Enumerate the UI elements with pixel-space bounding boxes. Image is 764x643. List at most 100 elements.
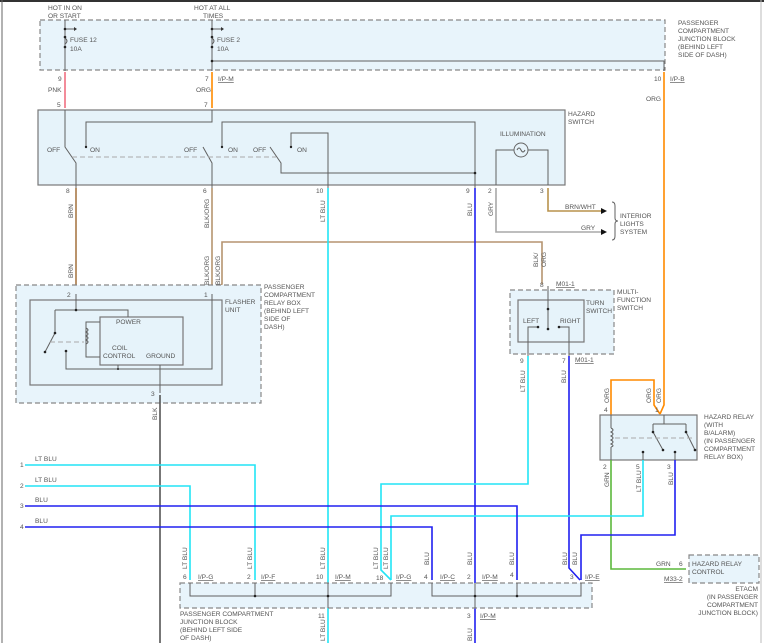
pin-7-switch: 7 (204, 102, 208, 109)
bjb-pin-18: 18 (376, 575, 384, 582)
fuse2-rating: 10A (217, 46, 229, 53)
top-junction-block: HOT IN ON OR START HOT AT ALL TIMES FUSE… (39, 5, 736, 83)
pin-10: 10 (654, 76, 662, 83)
connector-ip-m: I/P-M (218, 76, 234, 83)
pin-3-switch: 3 (540, 188, 544, 195)
junction-dot (63, 35, 67, 39)
left-wire-4-num: 4 (20, 524, 24, 531)
power-label: POWER (116, 319, 141, 326)
bjb-pin-4: 4 (424, 574, 428, 581)
relay-box-label-2: COMPARTMENT (264, 292, 315, 299)
interior-lights-brace (611, 201, 619, 241)
bjb-wire-6: BLU (467, 552, 474, 565)
bjb-wire-4b: LT BLU (383, 547, 390, 569)
etacm-module[interactable]: HAZARD RELAY CONTROL GRN 6 M33-2 ETACM (… (656, 554, 760, 617)
bjb-wire-5: BLU (424, 552, 431, 565)
switch3-on: ON (297, 147, 307, 154)
bjb-wire-3: LT BLU (320, 547, 327, 569)
top-junction-block-box (39, 19, 666, 71)
etacm-sub-label-2: (IN PASSENGER (707, 594, 758, 601)
bjb-out-11: 11 (318, 613, 325, 620)
feed-on-label-2: OR START (48, 13, 81, 20)
interior-lights-label-3: SYSTEM (620, 229, 647, 236)
hr-pin-3: 3 (667, 464, 671, 471)
relay-box-label-6: DASH) (264, 324, 285, 331)
etacm-connector: M33-2 (664, 576, 683, 583)
hr-pin-1: 1 (655, 407, 659, 414)
wire-lt-blu-label: LT BLU (320, 200, 327, 222)
left-wire-2-color: LT BLU (35, 477, 57, 484)
arrow-icons (601, 208, 607, 235)
bjb-out-3-conn: I/P-M (480, 613, 496, 620)
wire-org-label: ORG (196, 87, 211, 94)
hr-pin-5: 5 (636, 464, 640, 471)
wire-gry-label: GRY (581, 225, 596, 232)
etacm-wire-grn: GRN (656, 561, 671, 568)
multifunction-switch[interactable]: 8 M01-1 MULTI- FUNCTION SWITCH TURN SWIT… (509, 281, 651, 365)
fuse12-rating: 10A (70, 46, 82, 53)
junction-dot (546, 327, 550, 331)
wiring-diagram: HOT IN ON OR START HOT AT ALL TIMES FUSE… (0, 0, 764, 643)
pin-9: 9 (58, 76, 62, 83)
flasher-relay-box: PASSENGER COMPARTMENT RELAY BOX (BEHIND … (15, 284, 315, 404)
bottom-junction-block: 6 I/P-G 2 I/P-F 10 I/P-M 18 I/P-G 4 I/P-… (179, 547, 600, 642)
hazard-switch[interactable]: HAZARD SWITCH 5 7 OFF ON OFF ON OFF ON I… (37, 102, 595, 195)
hazard-relay-label-6: RELAY BOX) (704, 454, 743, 461)
flasher-label: FLASHER (225, 299, 256, 306)
bjb-wire-8b: BLU (572, 552, 579, 565)
wire-mf-lt-blu-label: LT BLU (520, 370, 527, 392)
bjb-conn-ip-m-2: I/P-M (482, 574, 498, 581)
relay-pin-1: 1 (204, 292, 208, 299)
connector-ip-b: I/P-B (670, 76, 685, 83)
bottom-jb-label-2: JUNCTION BLOCK (180, 619, 238, 626)
junction-dot (64, 349, 68, 353)
control-label: CONTROL (103, 353, 136, 360)
junction-dot (515, 594, 519, 598)
hazard-relay[interactable]: 4 1 HAZARD RELAY (WITH B/ALARM) (IN PASS… (599, 407, 755, 471)
junction-dot (473, 594, 477, 598)
relay-pin-2: 2 (67, 292, 71, 299)
left-wire-3 (25, 505, 518, 580)
etacm-label: HAZARD RELAY (692, 561, 743, 568)
hazard-relay-label-4: (IN PASSENGER (704, 438, 755, 445)
top-jb-label-4: (BEHIND LEFT (678, 44, 723, 51)
etacm-sub-label: ETACM (735, 586, 758, 593)
hr-pin-2: 2 (603, 464, 607, 471)
feed-all-label: HOT AT ALL (194, 5, 231, 12)
bjb-conn-ip-f: I/P-F (261, 574, 275, 581)
mf-connector-bottom: M01-1 (575, 357, 594, 364)
bjb-wire-7: BLU (509, 552, 516, 565)
bottom-jb-label-4: OF DASH) (180, 635, 212, 642)
feed-on-label: HOT IN ON (48, 5, 82, 12)
wire-org-right-label: ORG (646, 96, 661, 103)
bjb-conn-ip-e: I/P-E (585, 574, 600, 581)
pin-2-switch: 2 (488, 188, 492, 195)
left-wire-1-color: LT BLU (35, 456, 57, 463)
junction-dot (651, 430, 655, 434)
pin-10-switch: 10 (316, 188, 324, 195)
bjb-wire-1: LT BLU (182, 547, 189, 569)
bottom-jb-label-3: (BEHIND LEFT SIDE (180, 627, 243, 634)
relay-wire-org-2: ORG (646, 388, 653, 403)
etacm-sub-label-3: COMPARTMENT (707, 602, 758, 609)
wire-mf-lt-blu (380, 356, 529, 581)
junction-dot (84, 145, 88, 149)
mf-label: MULTI- (617, 289, 639, 296)
bjb-conn-ip-c: I/P-C (440, 574, 455, 581)
junction-dot (557, 325, 561, 329)
hazard-relay-label-5: COMPARTMENT (704, 446, 755, 453)
etacm-label-2: CONTROL (692, 569, 725, 576)
wire-mf-blu-label: BLU (561, 370, 568, 383)
bjb-out-3: 3 (467, 613, 471, 620)
left-wire-2 (25, 485, 191, 580)
bjb-conn-ip-g: I/P-G (198, 574, 213, 581)
junction-dot (253, 594, 257, 598)
junction-dot (43, 350, 47, 354)
pin-9-switch: 9 (466, 188, 470, 195)
junction-dot (53, 331, 57, 335)
top-jb-label-5: SIDE OF DASH) (678, 52, 727, 59)
left-wire-1-num: 1 (20, 462, 24, 469)
bjb-wire-8: BLU (562, 552, 569, 565)
left-wire-4-color: BLU (35, 518, 48, 525)
junction-dot (661, 448, 665, 452)
